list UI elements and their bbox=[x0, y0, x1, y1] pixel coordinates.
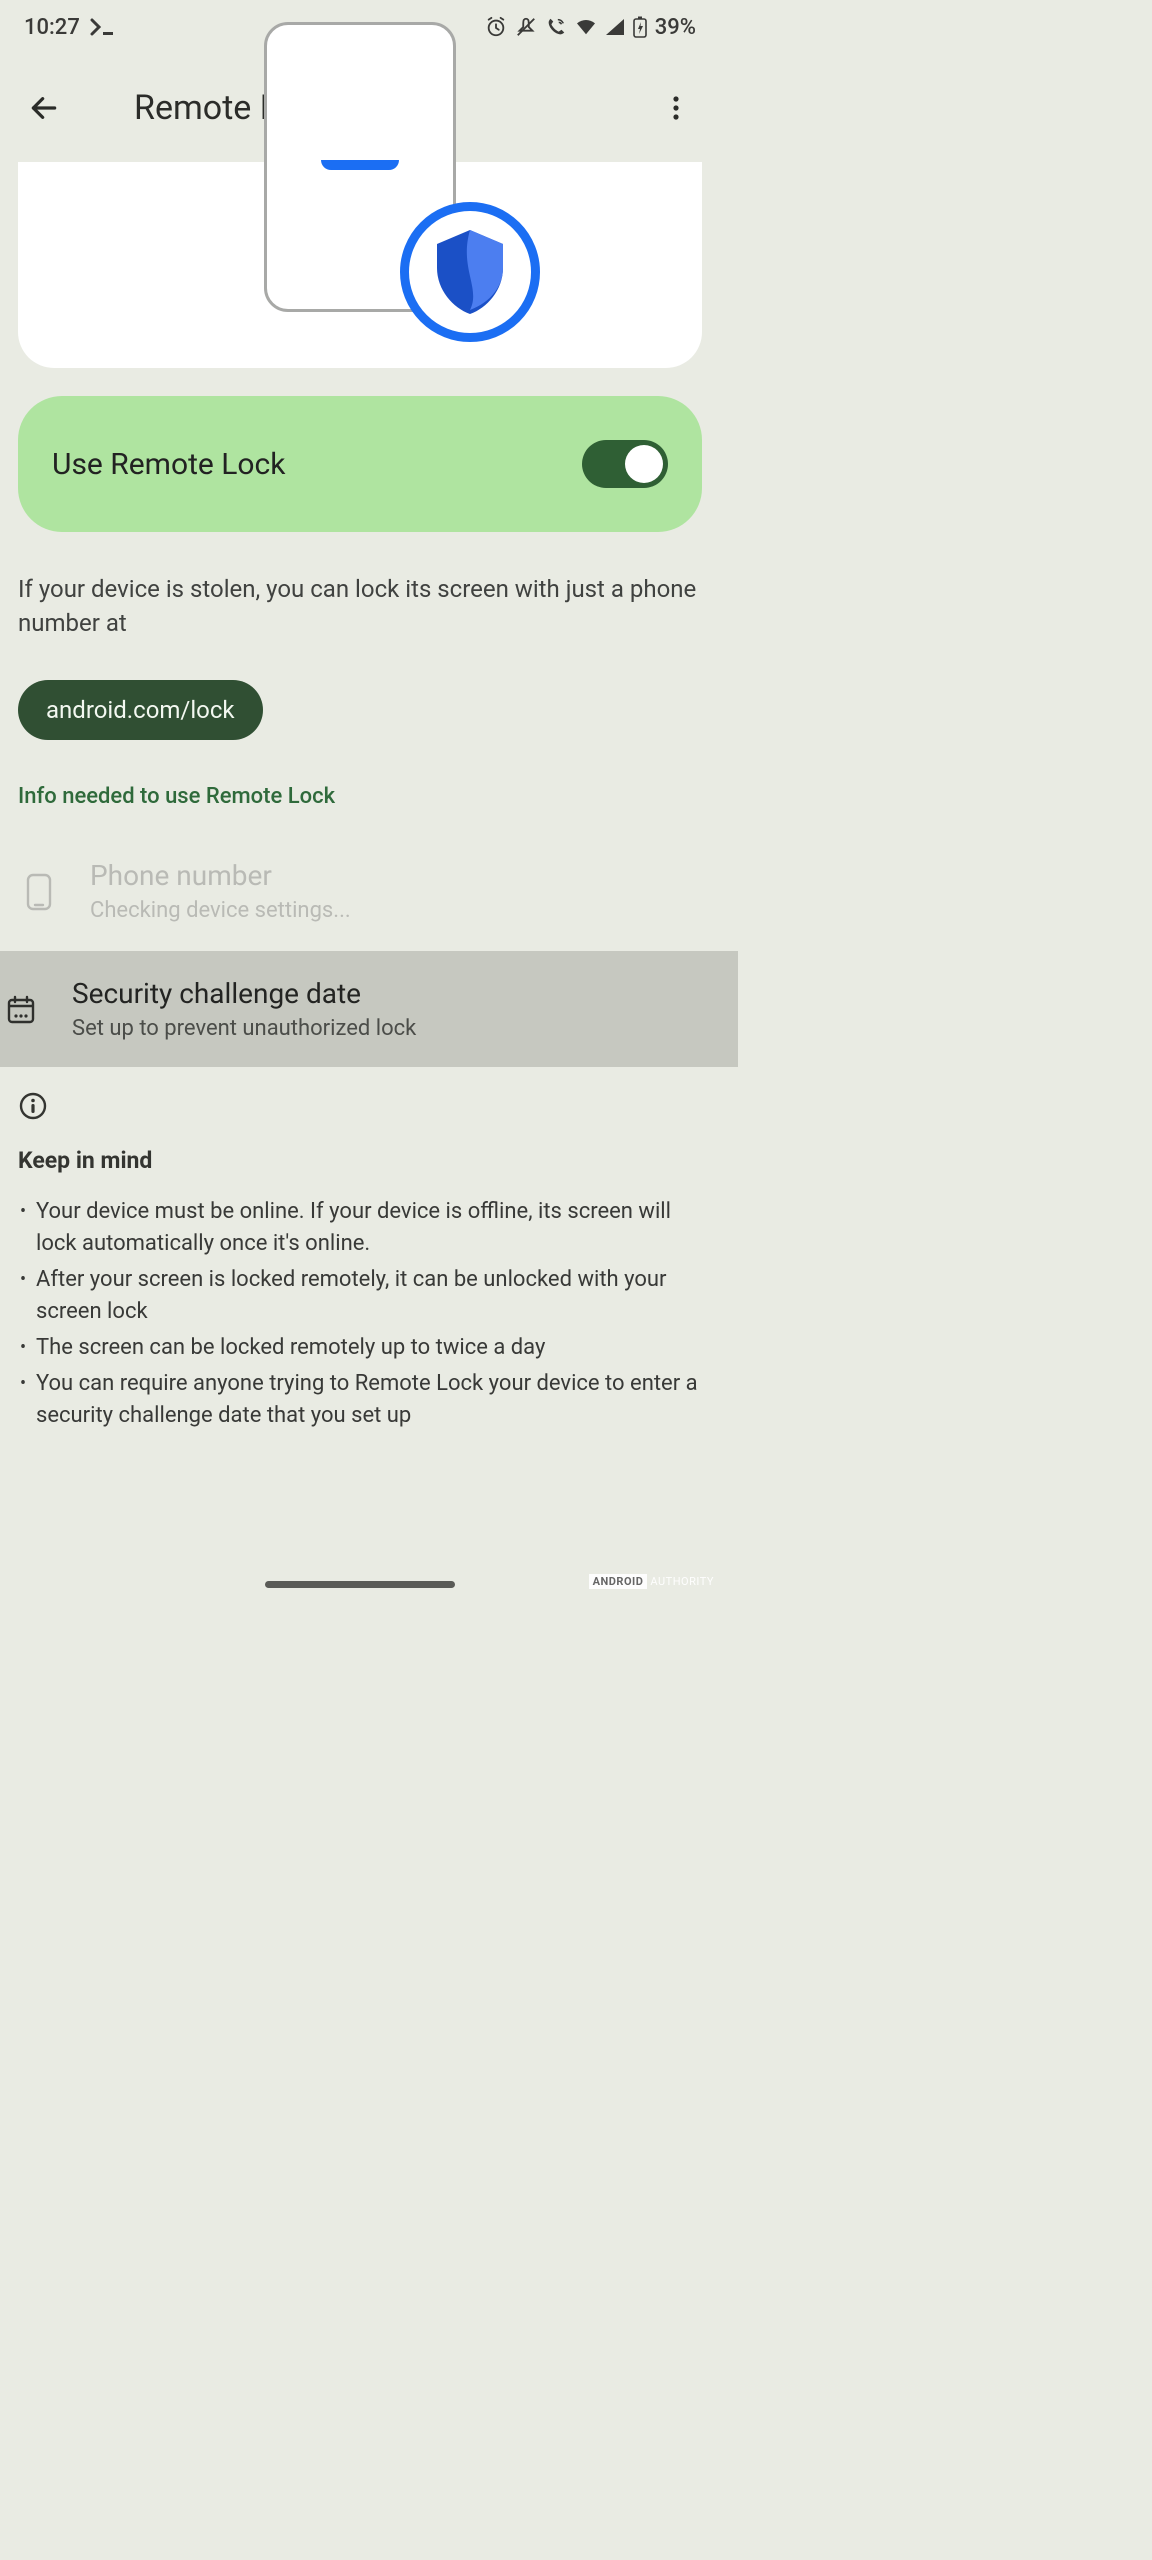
battery-icon bbox=[633, 16, 647, 38]
wifi-calling-icon bbox=[545, 16, 567, 38]
phone-notch-graphic bbox=[321, 160, 399, 170]
description-text: If your device is stolen, you can lock i… bbox=[18, 572, 702, 640]
overflow-menu-button[interactable] bbox=[646, 78, 706, 138]
keep-bullet: After your screen is locked remotely, it… bbox=[20, 1264, 702, 1328]
gesture-nav-pill[interactable] bbox=[265, 1581, 455, 1588]
security-challenge-subtitle: Set up to prevent unauthorized lock bbox=[72, 1015, 416, 1043]
mute-icon bbox=[515, 16, 537, 38]
info-icon bbox=[18, 1091, 702, 1125]
keep-bullet: Your device must be online. If your devi… bbox=[20, 1196, 702, 1260]
terminal-icon bbox=[90, 17, 116, 37]
keep-in-mind-title: Keep in mind bbox=[18, 1147, 702, 1174]
phone-outline-icon bbox=[25, 872, 53, 912]
shield-icon bbox=[431, 228, 509, 316]
watermark-right: AUTHORITY bbox=[647, 1575, 714, 1588]
keep-bullet: You can require anyone trying to Remote … bbox=[20, 1368, 702, 1432]
watermark-left: ANDROID bbox=[589, 1574, 648, 1589]
keep-in-mind-list: Your device must be online. If your devi… bbox=[18, 1196, 702, 1432]
arrow-left-icon bbox=[28, 92, 60, 124]
lock-url-chip[interactable]: android.com/lock bbox=[18, 680, 263, 740]
toggle-label: Use Remote Lock bbox=[52, 447, 285, 482]
back-button[interactable] bbox=[14, 78, 74, 138]
lock-url-text: android.com/lock bbox=[46, 696, 235, 724]
wifi-icon bbox=[575, 18, 597, 36]
status-time: 10:27 bbox=[24, 15, 80, 40]
shield-badge bbox=[400, 202, 540, 342]
phone-number-title: Phone number bbox=[90, 859, 351, 893]
keep-in-mind-section: Keep in mind Your device must be online.… bbox=[18, 1067, 702, 1432]
hero-illustration bbox=[18, 162, 702, 368]
remote-lock-switch[interactable] bbox=[582, 440, 668, 488]
security-challenge-row[interactable]: Security challenge date Set up to preven… bbox=[0, 951, 738, 1067]
use-remote-lock-toggle-row[interactable]: Use Remote Lock bbox=[18, 396, 702, 532]
phone-number-subtitle: Checking device settings... bbox=[90, 897, 351, 925]
signal-icon bbox=[605, 18, 625, 36]
keep-bullet: The screen can be locked remotely up to … bbox=[20, 1332, 702, 1364]
calendar-icon bbox=[5, 994, 37, 1026]
security-challenge-title: Security challenge date bbox=[72, 977, 416, 1011]
phone-number-row: Phone number Checking device settings... bbox=[18, 837, 702, 951]
battery-text: 39% bbox=[655, 15, 696, 40]
info-section-header: Info needed to use Remote Lock bbox=[18, 784, 702, 809]
switch-thumb bbox=[625, 445, 663, 483]
more-vert-icon bbox=[664, 94, 688, 122]
alarm-icon bbox=[485, 16, 507, 38]
watermark: ANDROIDAUTHORITY bbox=[589, 1575, 714, 1588]
